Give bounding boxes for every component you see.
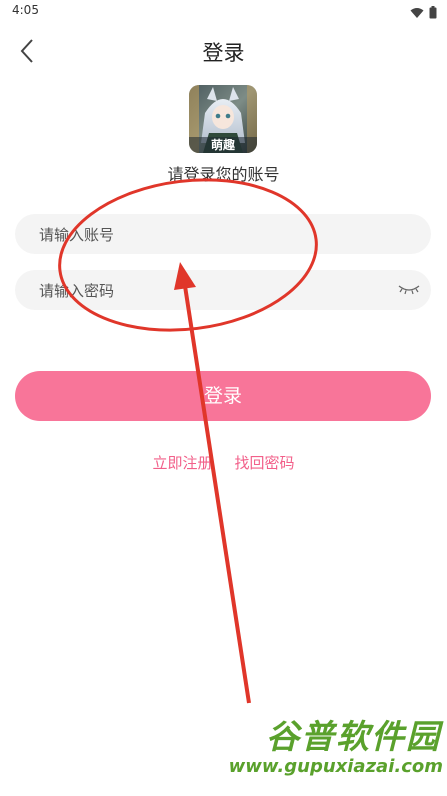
login-subtitle: 请登录您的账号: [167, 165, 280, 184]
watermark-name: 谷普软件园: [266, 717, 441, 756]
watermark-url: www.gupuxiazai.com: [228, 756, 443, 777]
account-input[interactable]: [37, 214, 401, 256]
app-logo-text: 萌趣: [211, 137, 236, 152]
status-icons: [410, 4, 437, 23]
status-time: 4:05: [12, 3, 39, 17]
battery-icon: [429, 4, 437, 23]
app-logo-image: 萌趣: [189, 85, 257, 153]
back-button[interactable]: [12, 38, 42, 68]
register-link[interactable]: 立即注册: [152, 452, 212, 473]
status-bar: 4:05: [0, 0, 447, 22]
login-screen: 4:05 登录 萌趣 请登录您的账号 请输入账号 登录 立即注册 找回密码 谷普…: [0, 0, 447, 796]
auth-links: 立即注册 找回密码: [0, 452, 447, 473]
password-input[interactable]: [37, 270, 401, 312]
chevron-left-icon: [19, 38, 35, 68]
app-logo: 萌趣: [189, 85, 257, 153]
password-visibility-toggle[interactable]: [397, 278, 421, 302]
account-field: [15, 214, 431, 256]
login-button[interactable]: 登录: [15, 371, 431, 421]
page-title: 登录: [202, 41, 245, 65]
forgot-password-link[interactable]: 找回密码: [235, 452, 295, 473]
annotation-arrow-line: [183, 285, 251, 704]
eye-closed-icon: [398, 281, 420, 300]
password-field: [15, 270, 431, 312]
watermark: 谷普软件园 www.gupuxiazai.com: [229, 700, 447, 796]
wifi-icon: [410, 4, 424, 23]
